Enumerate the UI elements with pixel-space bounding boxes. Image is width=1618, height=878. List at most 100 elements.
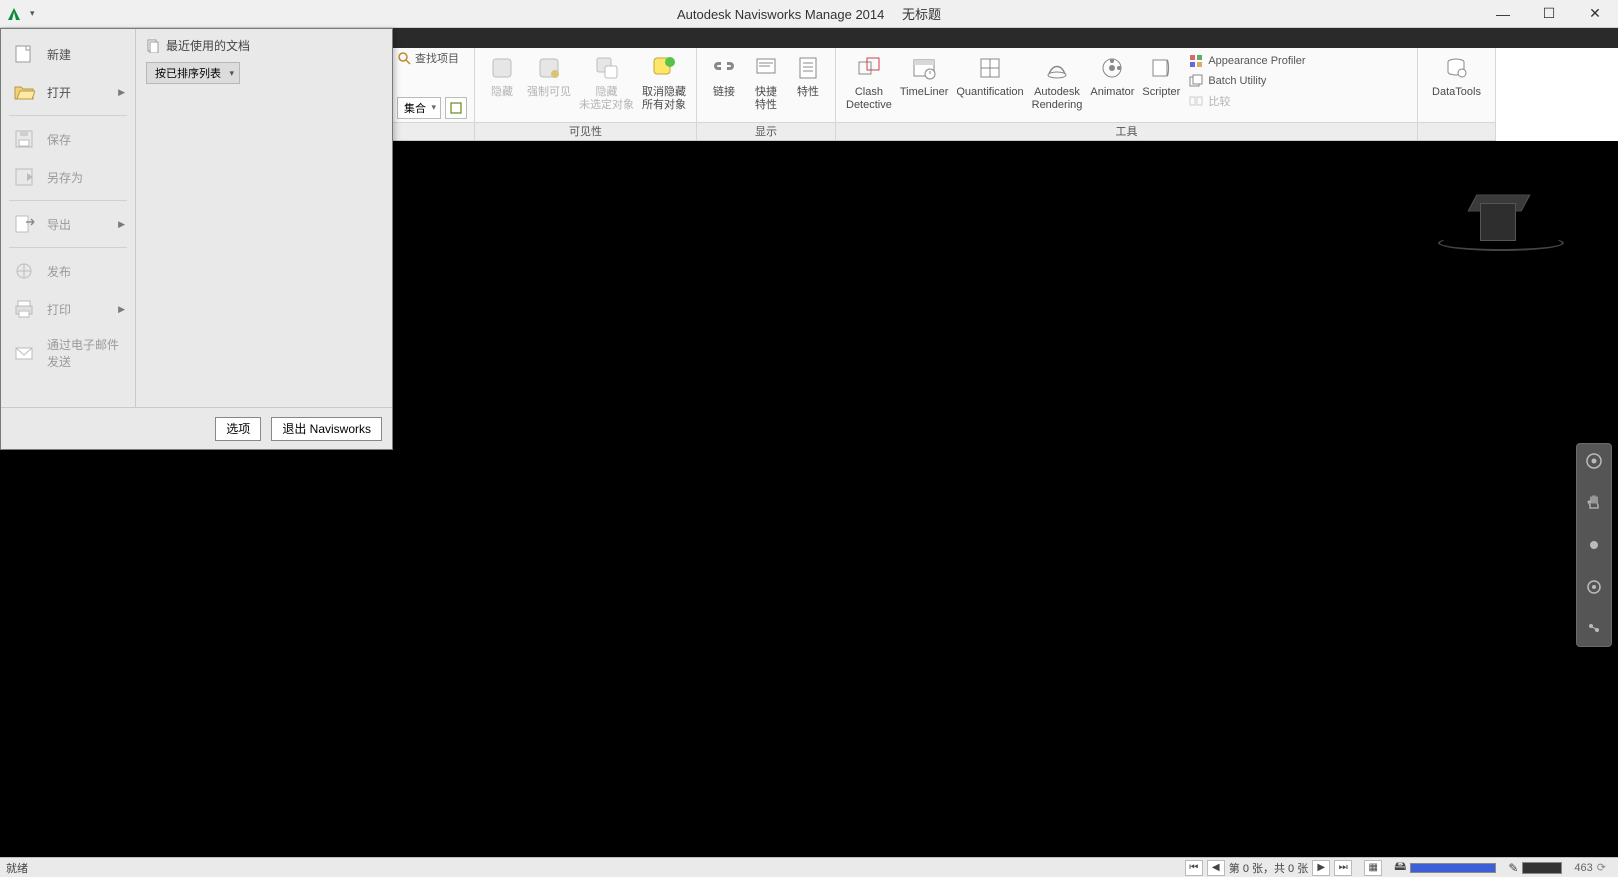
app-menu-button[interactable]	[0, 0, 28, 28]
links-button[interactable]: 链接	[703, 50, 745, 101]
timeliner-button[interactable]: TimeLiner	[896, 50, 953, 101]
compare-button[interactable]: 比较	[1186, 92, 1307, 110]
unhide-all-icon	[648, 52, 680, 84]
quantification-icon	[974, 52, 1006, 84]
display-group-title: 显示	[697, 122, 835, 140]
batch-icon	[1188, 73, 1204, 89]
set-square-button[interactable]	[445, 97, 467, 119]
group-display: 链接 快捷 特性 特性 显示	[697, 48, 836, 140]
find-label[interactable]: 查找项目	[415, 50, 459, 66]
open-icon	[11, 81, 37, 103]
animator-icon	[1096, 52, 1128, 84]
batch-utility-button[interactable]: Batch Utility	[1186, 72, 1307, 90]
sheet-next-button[interactable]: ▶	[1312, 860, 1330, 876]
require-icon	[533, 52, 565, 84]
unhide-all-button[interactable]: 取消隐藏 所有对象	[638, 50, 690, 114]
submenu-arrow-icon: ▶	[118, 304, 125, 315]
render-icon	[1041, 52, 1073, 84]
pan-icon[interactable]	[1583, 492, 1605, 514]
sheet-first-button[interactable]: ⏮	[1185, 860, 1203, 876]
menu-item-new[interactable]: 新建	[1, 35, 135, 73]
appearance-icon	[1188, 53, 1204, 69]
minimize-button[interactable]: —	[1480, 0, 1526, 28]
autodesk-rendering-button[interactable]: Autodesk Rendering	[1028, 50, 1087, 114]
qat-strip	[393, 28, 1618, 48]
find-icon	[397, 51, 411, 65]
ribbon: 查找项目 集合 隐藏 强制可见 隐藏 未选定对象 取消隐藏	[393, 48, 1496, 141]
titlebar: ▾ Autodesk Navisworks Manage 2014 无标题 — …	[0, 0, 1618, 28]
compare-icon	[1188, 93, 1204, 109]
recent-sort-dropdown[interactable]: 按已排序列表	[146, 62, 240, 84]
group-visibility: 隐藏 强制可见 隐藏 未选定对象 取消隐藏 所有对象 可见性	[475, 48, 697, 140]
quantification-button[interactable]: Quantification	[952, 50, 1027, 101]
visibility-group-title: 可见性	[475, 122, 696, 140]
steering-wheel-icon[interactable]	[1583, 450, 1605, 472]
recent-docs-icon	[146, 39, 160, 53]
sheet-prev-button[interactable]: ◀	[1207, 860, 1225, 876]
group-datatools: DataTools	[1418, 48, 1496, 140]
hide-unselected-button[interactable]: 隐藏 未选定对象	[575, 50, 638, 114]
menu-item-save[interactable]: 保存	[1, 120, 135, 158]
links-icon	[708, 52, 740, 84]
orbit-icon[interactable]	[1583, 576, 1605, 598]
hide-button[interactable]: 隐藏	[481, 50, 523, 101]
application-menu: 新建 打开 ▶ 保存 另存为 导出 ▶	[0, 28, 393, 450]
hide-unselected-icon	[591, 52, 623, 84]
ribbon-peek: 查找项目 集合	[393, 48, 475, 140]
properties-button[interactable]: 特性	[787, 50, 829, 101]
hide-icon	[486, 52, 518, 84]
viewcube[interactable]	[1472, 191, 1526, 251]
sheet-browser-button[interactable]: ▦	[1364, 860, 1382, 876]
app-menu-dropdown-icon[interactable]: ▾	[28, 8, 37, 19]
menu-item-export[interactable]: 导出 ▶	[1, 205, 135, 243]
look-icon[interactable]	[1583, 618, 1605, 640]
menu-item-saveas[interactable]: 另存为	[1, 158, 135, 196]
datatools-button[interactable]: DataTools	[1428, 50, 1485, 101]
menu-item-print[interactable]: 打印 ▶	[1, 290, 135, 328]
datatools-icon	[1440, 52, 1472, 84]
tools-group-title: 工具	[836, 122, 1417, 140]
appearance-profiler-button[interactable]: Appearance Profiler	[1186, 52, 1307, 70]
memory-bar	[1410, 863, 1496, 873]
saveas-icon	[11, 166, 37, 188]
require-button[interactable]: 强制可见	[523, 50, 575, 101]
set-dropdown[interactable]: 集合	[397, 97, 441, 119]
email-icon	[11, 342, 37, 364]
app-menu-footer: 选项 退出 Navisworks	[1, 407, 392, 449]
peek-group-title	[393, 122, 474, 140]
properties-icon	[792, 52, 824, 84]
sheet-last-button[interactable]: ⏭	[1334, 860, 1352, 876]
quick-properties-icon	[750, 52, 782, 84]
app-menu-right: 最近使用的文档 按已排序列表	[136, 29, 392, 407]
quick-properties-button[interactable]: 快捷 特性	[745, 50, 787, 114]
timeliner-icon	[908, 52, 940, 84]
pencil-icon: ✎	[1508, 861, 1518, 875]
export-icon	[11, 213, 37, 235]
status-ready: 就绪	[6, 860, 28, 876]
new-icon	[11, 43, 37, 65]
menu-item-email[interactable]: 通过电子邮件 发送	[1, 328, 135, 378]
scale-indicator	[1522, 862, 1562, 874]
clash-icon	[853, 52, 885, 84]
zoom-icon[interactable]	[1583, 534, 1605, 556]
options-button[interactable]: 选项	[215, 417, 261, 441]
nav-toolbar	[1576, 443, 1612, 647]
save-icon	[11, 128, 37, 150]
scripter-button[interactable]: Scripter	[1138, 50, 1184, 101]
recent-docs-header: 最近使用的文档	[166, 37, 250, 54]
close-button[interactable]: ✕	[1572, 0, 1618, 28]
menu-item-publish[interactable]: 发布	[1, 252, 135, 290]
status-value: 463	[1574, 862, 1592, 874]
clash-detective-button[interactable]: Clash Detective	[842, 50, 896, 114]
group-tools: Clash Detective TimeLiner Quantification…	[836, 48, 1418, 140]
document-title: 无标题	[902, 7, 941, 22]
title-text: Autodesk Navisworks Manage 2014 无标题	[0, 4, 1618, 23]
exit-button[interactable]: 退出 Navisworks	[271, 417, 382, 441]
maximize-button[interactable]: ☐	[1526, 0, 1572, 28]
menu-item-open[interactable]: 打开 ▶	[1, 73, 135, 111]
app-menu-left: 新建 打开 ▶ 保存 另存为 导出 ▶	[1, 29, 136, 407]
statusbar: 就绪 ⏮ ◀ 第 0 张，共 0 张 ▶ ⏭ ▦ 🖴 ✎ 463 ⟳	[0, 857, 1618, 877]
datatools-group-title	[1418, 122, 1495, 140]
animator-button[interactable]: Animator	[1086, 50, 1138, 101]
disk-icon: 🖴	[1394, 857, 1406, 878]
